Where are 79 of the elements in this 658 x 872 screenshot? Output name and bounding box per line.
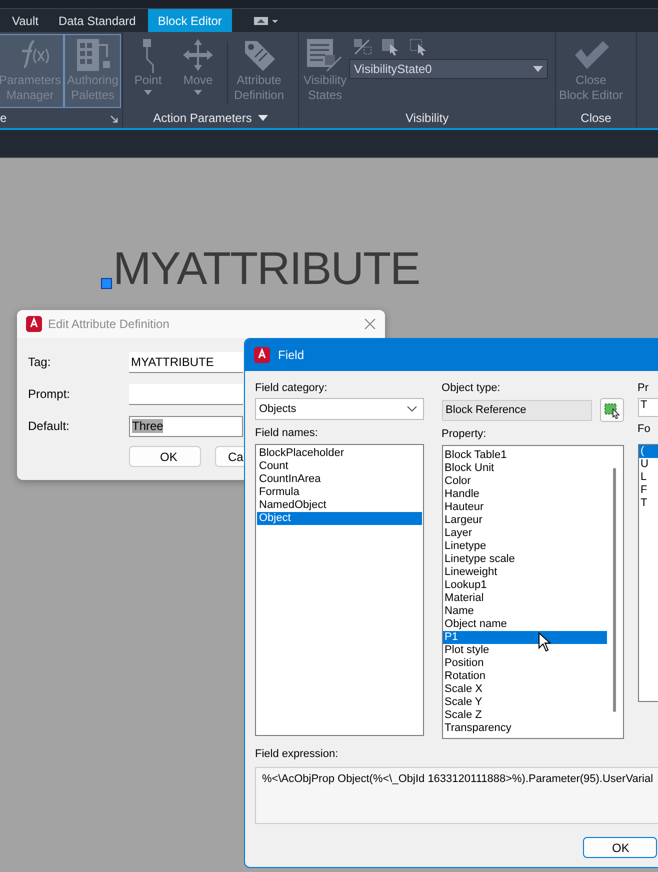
list-item[interactable]: Block Unit	[442, 462, 607, 475]
dialog-button[interactable]: OK	[129, 446, 201, 467]
panel-toggle-icon[interactable]	[254, 15, 280, 27]
field-category-dropdown[interactable]: Objects	[255, 398, 424, 420]
caret-icon	[533, 66, 543, 72]
list-item[interactable]: U	[638, 458, 658, 471]
column-label: Pr	[638, 382, 650, 396]
list-item[interactable]: Transparency	[442, 722, 607, 735]
dialog-button[interactable]: Ca	[215, 446, 244, 467]
input-field[interactable]: MYATTRIBUTE	[129, 352, 243, 372]
column-label: Fo	[638, 423, 652, 437]
list-item[interactable]: Scale Y	[442, 696, 607, 709]
ok-button[interactable]: OK	[583, 837, 657, 858]
list-item[interactable]: P1	[442, 631, 607, 644]
list-item[interactable]: F	[638, 484, 658, 497]
panel-title: Action Parameters	[153, 111, 252, 125]
list-item[interactable]: (	[638, 445, 658, 458]
list-item[interactable]: Formula	[257, 486, 422, 499]
list-item[interactable]: Scale X	[442, 683, 607, 696]
list-item[interactable]: L	[638, 471, 658, 484]
list-item[interactable]: Object name	[442, 618, 607, 631]
panel-title: Close	[580, 111, 612, 125]
format-list[interactable]: ( U L F T	[638, 444, 658, 702]
app-icon	[254, 347, 270, 363]
attribute-text: MYATTRIBUTE	[113, 241, 420, 295]
ribbon-tab[interactable]: Data Standard	[48, 9, 146, 32]
input-field[interactable]: Three	[129, 416, 243, 436]
list-item[interactable]: Material	[442, 592, 607, 605]
list-item[interactable]: Position	[442, 657, 607, 670]
scrollbar[interactable]	[612, 468, 616, 712]
field-expression-label: Field expression:	[255, 748, 340, 762]
field-category-label: Field category:	[255, 382, 328, 396]
list-item[interactable]: Scale Z	[442, 709, 607, 722]
list-item[interactable]: Hauteur	[442, 501, 607, 514]
list-item[interactable]: Largeur	[442, 514, 607, 527]
toggle-visibility-icon[interactable]	[353, 38, 373, 56]
select-object-button[interactable]	[600, 398, 624, 422]
list-item[interactable]: Linetype	[442, 540, 607, 553]
field-label: Tag:	[28, 355, 52, 369]
property-list[interactable]: Block Table1 Block Unit Color Handle Hauteur Largeur Layer Linetype Linetype scale Lineweight Lookup1 Material Name Object name P1 Plot style Position Rotation Scale X Scale Y Scale Z Transparency	[442, 445, 624, 739]
list-item[interactable]: Rotation	[442, 670, 607, 683]
dialog-launcher-icon[interactable]	[110, 115, 118, 123]
field-expression-box[interactable]: %<\AcObjProp Object(%<\_ObjId 1633120111888>%).Parameter(95).UserVarial	[255, 767, 658, 824]
list-item[interactable]: Linetype scale	[442, 553, 607, 566]
close-icon[interactable]	[364, 318, 376, 330]
list-item[interactable]: Color	[442, 475, 607, 488]
dialog-title: Edit Attribute Definition	[48, 317, 170, 331]
object-type-label: Object type:	[442, 382, 502, 396]
ribbon-tab[interactable]: Vault	[2, 9, 48, 32]
caret-icon	[406, 406, 417, 412]
field-label: Default:	[28, 419, 70, 433]
panel-title: Visibility	[405, 111, 449, 125]
input-field[interactable]	[129, 384, 243, 404]
list-item[interactable]: Name	[442, 605, 607, 618]
list-item[interactable]: Object	[257, 512, 422, 525]
list-item[interactable]: Block Table1	[442, 449, 607, 462]
app-icon	[26, 316, 42, 332]
object-type-field: Block Reference	[442, 400, 592, 420]
list-item[interactable]: Lookup1	[442, 579, 607, 592]
list-item[interactable]: Handle	[442, 488, 607, 501]
field-label: Prompt:	[28, 387, 72, 401]
field-names-label: Field names:	[255, 427, 319, 441]
list-item[interactable]: T	[638, 497, 658, 510]
input-field[interactable]: T	[638, 398, 658, 417]
field-names-list[interactable]: BlockPlaceholder Count CountInArea Formula NamedObject Object	[255, 444, 424, 736]
list-item[interactable]: CountInArea	[257, 473, 422, 486]
list-item[interactable]: NamedObject	[257, 499, 422, 512]
property-label: Property:	[442, 428, 488, 442]
grip-handle[interactable]	[101, 278, 112, 289]
list-item[interactable]: Lineweight	[442, 566, 607, 579]
list-item[interactable]: Plot style	[442, 644, 607, 657]
list-item[interactable]: BlockPlaceholder	[257, 447, 422, 460]
cursor-icon	[538, 632, 552, 652]
dialog-title: Field	[278, 348, 304, 362]
panel-title: e	[0, 111, 7, 125]
list-item[interactable]: Layer	[442, 527, 607, 540]
list-item[interactable]: Count	[257, 460, 422, 473]
visibility-state-dropdown[interactable]: VisibilityState0	[349, 59, 548, 79]
caret-icon[interactable]	[258, 115, 268, 121]
